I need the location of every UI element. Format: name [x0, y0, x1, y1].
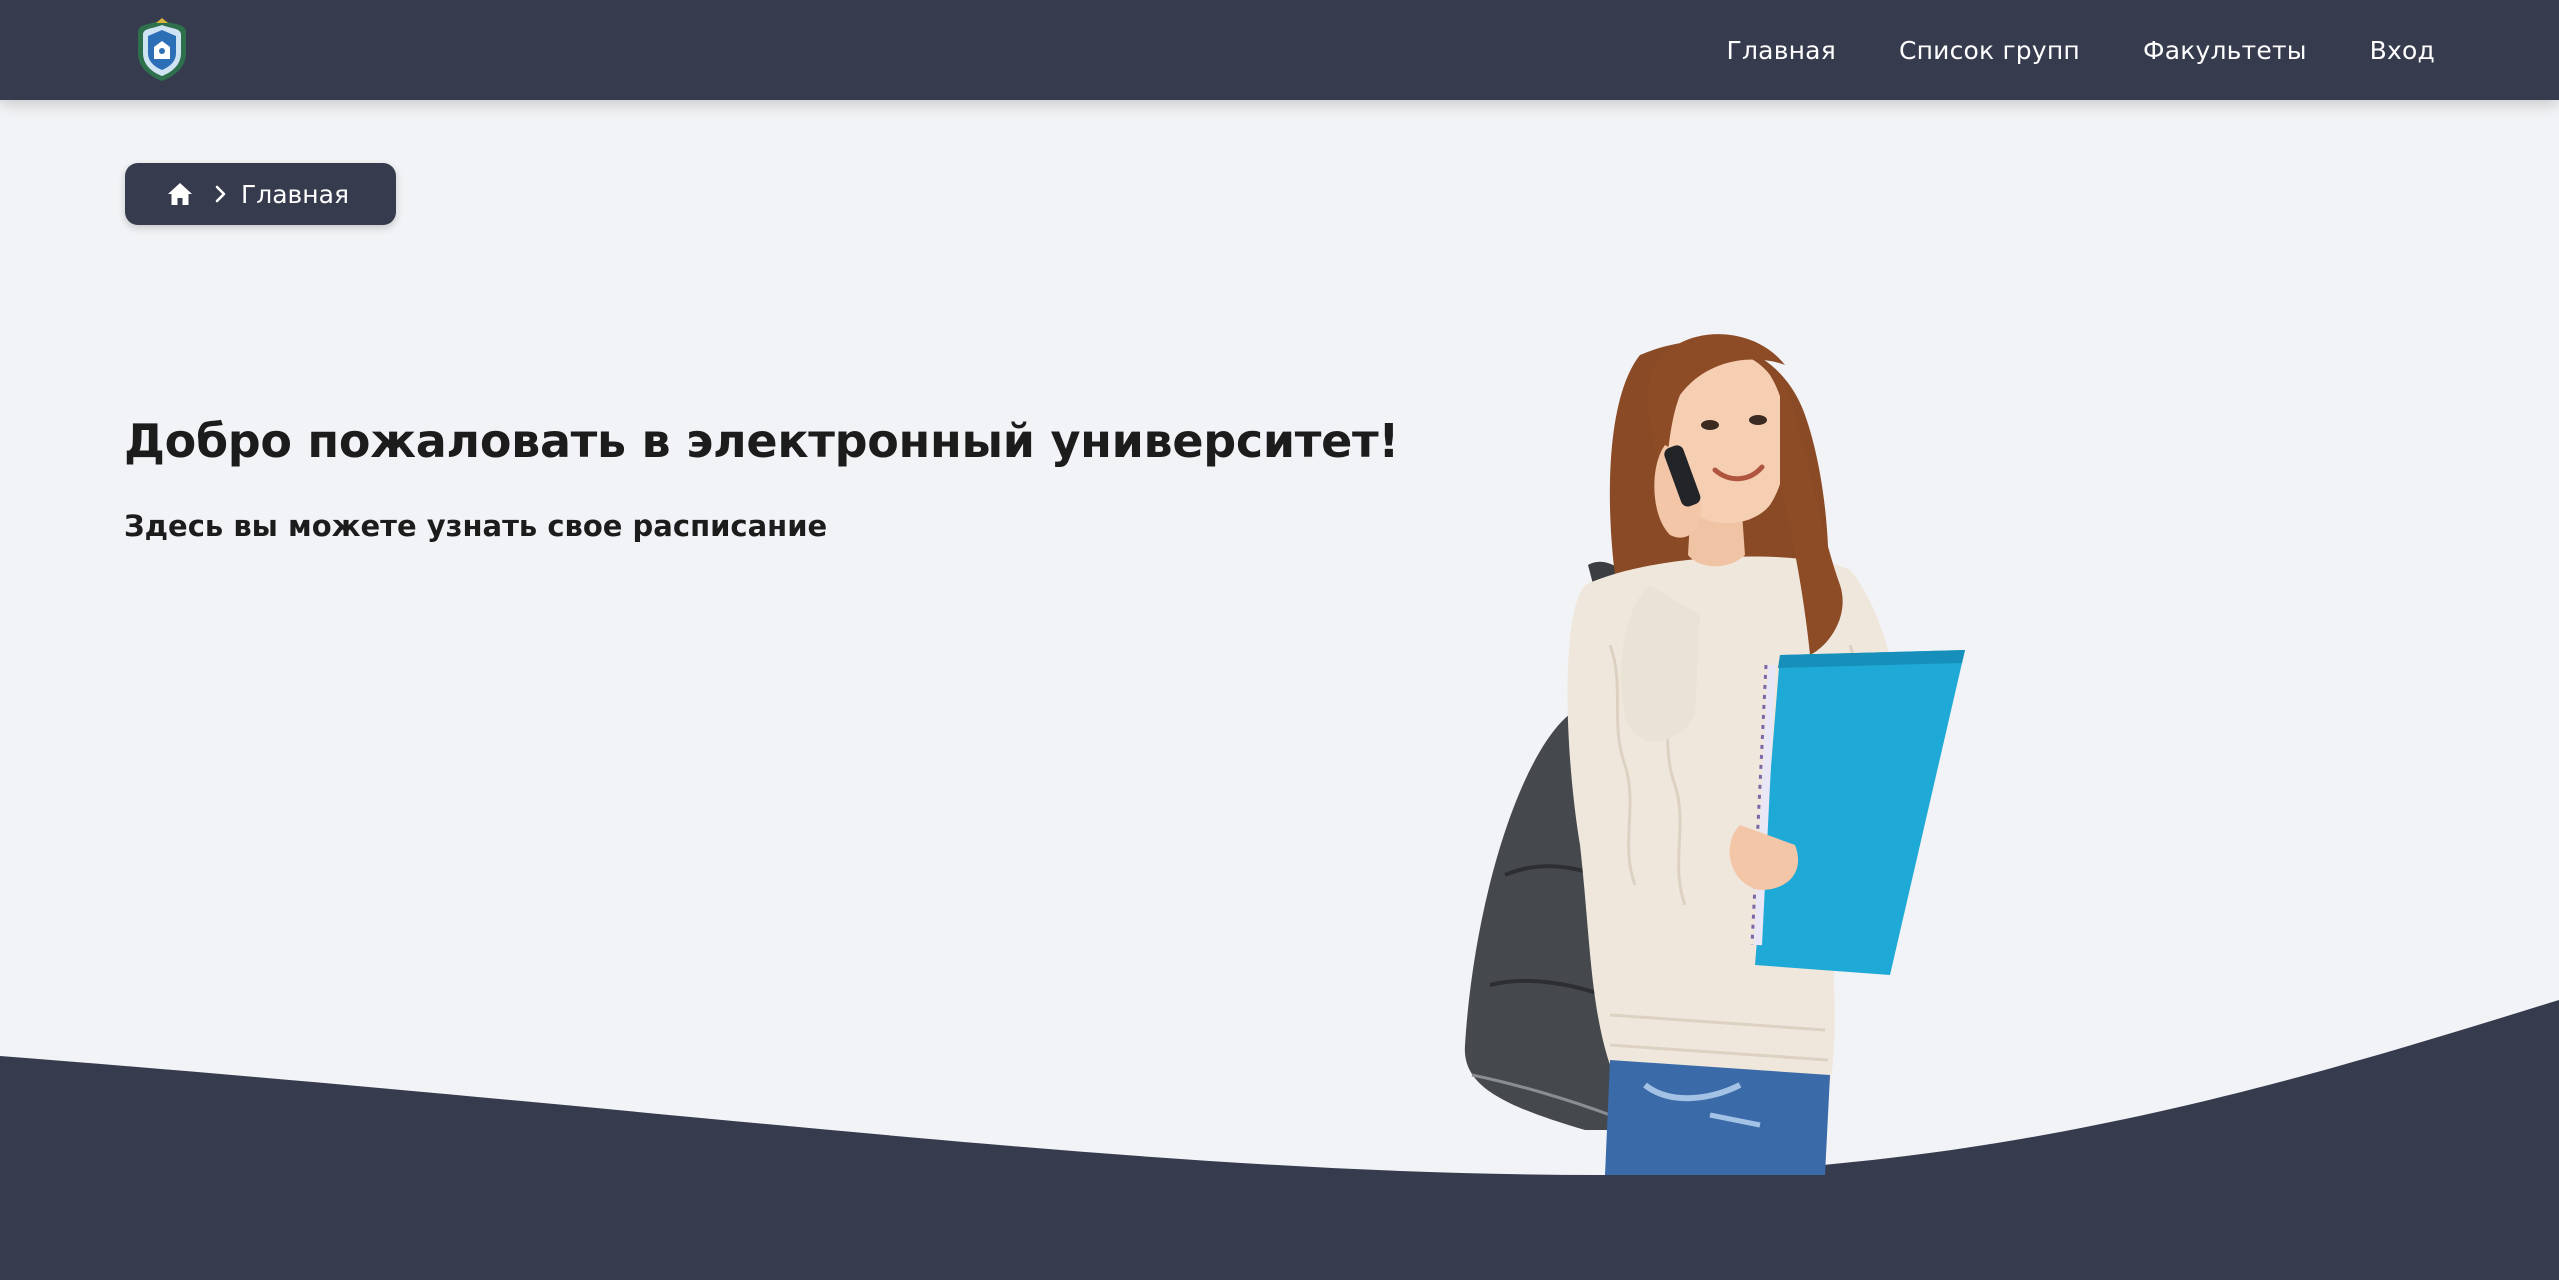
nav-faculties-link[interactable]: Факультеты: [2143, 36, 2307, 65]
top-navbar: Главная Список групп Факультеты Вход: [0, 0, 2559, 100]
chevron-right-icon: [215, 185, 226, 203]
home-icon[interactable]: [167, 182, 193, 206]
hero-subtitle: Здесь вы можете узнать свое расписание: [124, 509, 828, 543]
nav-home-link[interactable]: Главная: [1727, 36, 1836, 65]
nav-login-link[interactable]: Вход: [2370, 36, 2435, 65]
breadcrumb-current: Главная: [241, 179, 349, 209]
breadcrumb: Главная: [125, 163, 396, 225]
main-nav: Главная Список групп Факультеты Вход: [1727, 0, 2435, 100]
nav-groups-link[interactable]: Список групп: [1899, 36, 2080, 65]
hero-title: Добро пожаловать в электронный университ…: [124, 414, 1400, 468]
university-crest-icon[interactable]: [132, 17, 192, 83]
student-with-phone-illustration: [1464, 334, 1965, 1175]
